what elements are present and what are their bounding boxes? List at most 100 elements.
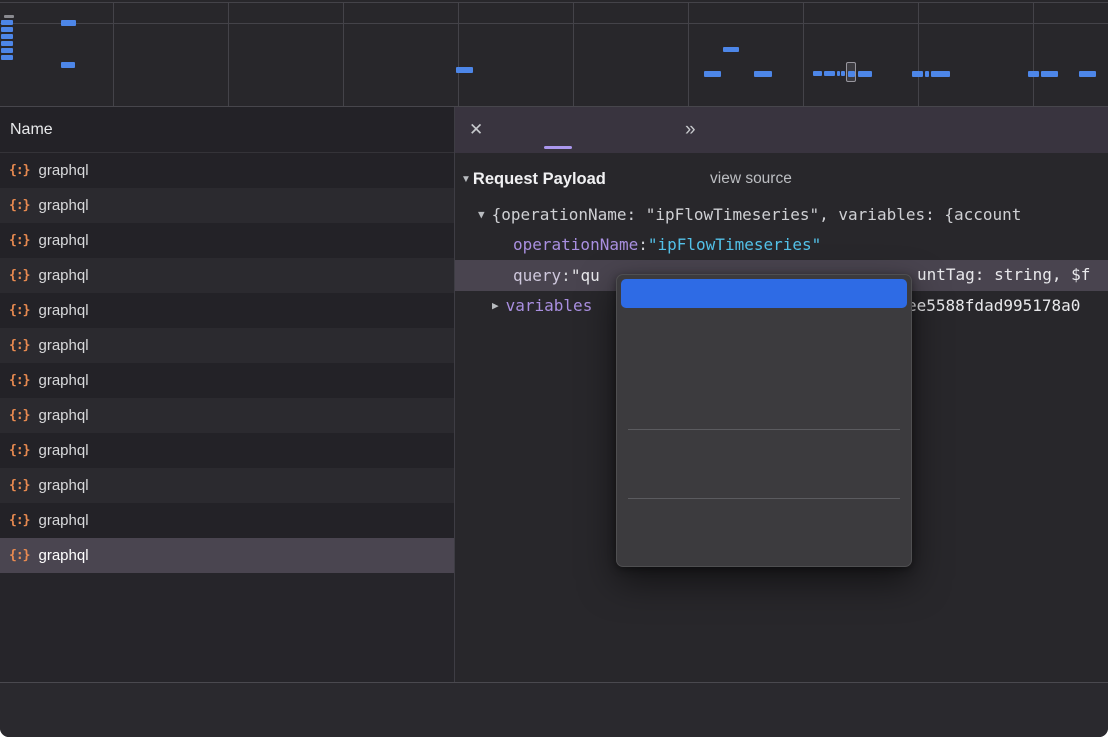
- waterfall-bar: [723, 47, 739, 52]
- request-name: graphql: [38, 302, 88, 319]
- operation-name-row[interactable]: operationName: "ipFlowTimeseries": [455, 230, 1108, 261]
- name-column-label: Name: [10, 121, 53, 139]
- gridline: [1033, 2, 1034, 106]
- json-icon: {:}: [9, 268, 29, 283]
- menu-item[interactable]: [621, 504, 907, 533]
- waterfall-bar: [841, 71, 845, 76]
- waterfall-bar: [925, 71, 929, 77]
- property-value: "ipFlowTimeseries": [648, 235, 821, 254]
- json-icon: {:}: [9, 408, 29, 423]
- property-value-left: "qu: [571, 266, 600, 285]
- gridline: [0, 23, 1108, 24]
- gridline: [573, 2, 574, 106]
- request-name: graphql: [38, 337, 88, 354]
- property-value-right: ee5588fdad995178a0: [907, 291, 1080, 322]
- table-row[interactable]: {:} graphql: [0, 363, 454, 398]
- key-separator: :: [561, 266, 571, 285]
- request-name: graphql: [38, 372, 88, 389]
- table-row[interactable]: {:} graphql: [0, 153, 454, 188]
- waterfall-bar: [4, 15, 14, 18]
- request-list: {:} graphql {:} graphql {:} graphql {:} …: [0, 153, 454, 573]
- table-row[interactable]: {:} graphql: [0, 188, 454, 223]
- json-icon: {:}: [9, 478, 29, 493]
- view-source-link[interactable]: view source: [710, 164, 792, 194]
- table-row[interactable]: {:} graphql: [0, 433, 454, 468]
- menu-item[interactable]: [621, 308, 907, 337]
- table-row[interactable]: {:} graphql: [0, 468, 454, 503]
- json-icon: {:}: [9, 373, 29, 388]
- table-row[interactable]: {:} graphql: [0, 328, 454, 363]
- waterfall-bar: [912, 71, 923, 77]
- gridline: [343, 2, 344, 106]
- menu-item[interactable]: [621, 366, 907, 395]
- json-icon: {:}: [9, 233, 29, 248]
- request-name: graphql: [38, 267, 88, 284]
- waterfall-bar: [456, 67, 473, 73]
- waterfall-bar: [824, 71, 835, 76]
- table-row[interactable]: {:} graphql: [0, 258, 454, 293]
- gridline: [803, 2, 804, 106]
- waterfall-bar: [754, 71, 772, 77]
- name-column-header[interactable]: Name: [0, 107, 454, 153]
- json-icon: {:}: [9, 163, 29, 178]
- menu-item[interactable]: [621, 533, 907, 562]
- json-icon: {:}: [9, 338, 29, 353]
- table-row[interactable]: {:} graphql: [0, 503, 454, 538]
- property-key: query: [513, 266, 561, 285]
- gridline: [113, 2, 114, 106]
- json-icon: {:}: [9, 548, 29, 563]
- waterfall-bar: [858, 71, 872, 77]
- gridline: [0, 2, 1108, 3]
- request-name: graphql: [38, 477, 88, 494]
- close-icon[interactable]: ✕: [469, 120, 491, 140]
- devtools-window: Name {:} graphql {:} graphql {:} graphql…: [0, 0, 1108, 737]
- waterfall-bar: [1, 48, 13, 53]
- section-expand-icon[interactable]: ▼: [461, 174, 471, 185]
- request-name: graphql: [38, 512, 88, 529]
- payload-preview-text: {operationName: "ipFlowTimeseries", vari…: [492, 205, 1022, 224]
- context-menu: [616, 274, 912, 567]
- table-row[interactable]: {:} graphql: [0, 293, 454, 328]
- request-payload-section[interactable]: ▼ Request Payload: [455, 164, 606, 194]
- bottom-drawer: [0, 682, 1108, 737]
- menu-divider: [628, 429, 900, 430]
- network-overview[interactable]: [0, 0, 1108, 107]
- section-title: Request Payload: [473, 170, 606, 189]
- menu-item[interactable]: [621, 464, 907, 493]
- json-icon: {:}: [9, 198, 29, 213]
- menu-item[interactable]: [621, 279, 907, 308]
- waterfall-bar: [1, 34, 13, 39]
- table-row[interactable]: {:} graphql: [0, 398, 454, 433]
- waterfall-bar: [1079, 71, 1096, 77]
- request-name: graphql: [38, 407, 88, 424]
- waterfall-bar: [931, 71, 950, 77]
- gridline: [458, 2, 459, 106]
- details-tabbar: ✕ »: [455, 107, 1108, 153]
- waterfall-bar: [61, 20, 76, 26]
- table-row[interactable]: {:} graphql: [0, 538, 454, 573]
- menu-item[interactable]: [621, 395, 907, 424]
- waterfall-bar: [848, 71, 855, 77]
- waterfall-bar: [1028, 71, 1039, 77]
- waterfall-bar: [1, 55, 13, 60]
- more-tabs-icon[interactable]: »: [685, 119, 694, 141]
- property-key: operationName: [513, 235, 638, 254]
- menu-item[interactable]: [621, 337, 907, 366]
- expand-icon[interactable]: ▼: [478, 208, 492, 221]
- gridline: [918, 2, 919, 106]
- waterfall-bar: [704, 71, 721, 77]
- request-name: graphql: [38, 232, 88, 249]
- collapsed-icon[interactable]: ▶: [492, 299, 506, 312]
- payload-root-row[interactable]: ▼ {operationName: "ipFlowTimeseries", va…: [455, 199, 1108, 230]
- menu-divider: [628, 498, 900, 499]
- menu-item[interactable]: [621, 435, 907, 464]
- waterfall-bar: [1, 27, 13, 32]
- request-name: graphql: [38, 162, 88, 179]
- waterfall-bar: [813, 71, 822, 76]
- property-key: variables: [506, 296, 593, 315]
- table-row[interactable]: {:} graphql: [0, 223, 454, 258]
- tab-strip: [524, 107, 660, 153]
- json-icon: {:}: [9, 513, 29, 528]
- waterfall-bar: [837, 71, 840, 76]
- property-value-right: untTag: string, $f: [917, 260, 1090, 291]
